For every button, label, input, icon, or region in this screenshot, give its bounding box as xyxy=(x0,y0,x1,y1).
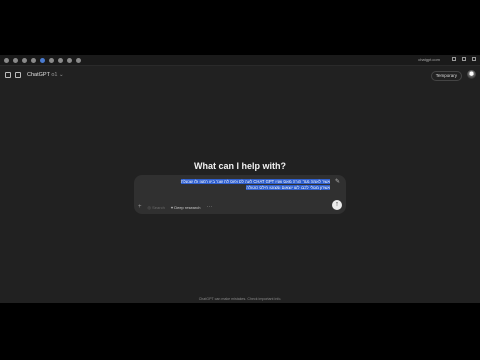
browser-bar: chatgpt.com xyxy=(0,55,480,66)
composer[interactable]: אשר לאמה מגד הורה מאס שניו CHAT GPT לעה … xyxy=(134,175,346,214)
model-name: ChatGPT xyxy=(27,72,50,78)
reload-icon[interactable] xyxy=(22,57,27,63)
copy-icon[interactable] xyxy=(67,57,72,63)
search-chip-label: Search xyxy=(152,204,165,210)
model-selector[interactable]: ChatGPT o1 ⌄ xyxy=(27,72,64,78)
prompt-input[interactable]: אשר לאמה מגד הורה מאס שניו CHAT GPT לעה … xyxy=(138,179,330,191)
more-icon[interactable]: ··· xyxy=(206,204,213,210)
share-icon[interactable] xyxy=(76,57,81,63)
deep-research-chip[interactable]: ⌖ Deep research xyxy=(171,205,201,210)
star-icon[interactable] xyxy=(58,57,63,63)
plus-icon[interactable]: + xyxy=(138,204,142,210)
temporary-label: Temporary xyxy=(435,73,457,78)
back-icon[interactable] xyxy=(4,57,9,63)
new-chat-icon[interactable] xyxy=(15,72,21,78)
extension-icon[interactable] xyxy=(40,57,45,63)
chat-header: ChatGPT o1 ⌄ Temporary xyxy=(0,69,480,83)
deep-research-label: Deep research xyxy=(174,204,201,210)
chatgpt-window: chatgpt.com ChatGPT o1 ⌄ Temporary What … xyxy=(0,55,480,303)
send-button[interactable]: ↑ xyxy=(332,200,342,210)
close-icon[interactable] xyxy=(472,57,476,61)
minimize-icon[interactable] xyxy=(452,57,456,61)
temporary-chat-button[interactable]: Temporary xyxy=(430,71,462,81)
research-icon: ⌖ xyxy=(170,204,174,210)
model-version: o1 xyxy=(51,72,58,78)
globe-icon: ◎ xyxy=(147,204,152,210)
window-controls xyxy=(452,57,476,61)
url-text[interactable]: chatgpt.com xyxy=(418,57,440,62)
extension-icon[interactable] xyxy=(49,57,54,63)
prompt-text-line: אשרון מגולי לכבו לעו יוצאום ומצוטו חילס … xyxy=(246,185,330,190)
composer-controls: + ◎ Search ⌖ Deep research ··· xyxy=(138,204,213,210)
disclaimer: ChatGPT can make mistakes. Check importa… xyxy=(198,297,282,301)
forward-icon[interactable] xyxy=(13,57,18,63)
maximize-icon[interactable] xyxy=(462,57,466,61)
avatar[interactable] xyxy=(467,70,476,79)
arrow-up-icon: ↑ xyxy=(335,201,339,208)
chevron-down-icon: ⌄ xyxy=(59,72,64,78)
prompt-text-line: אשר לאמה מגד הורה מאס שניו CHAT GPT לעה … xyxy=(180,179,330,184)
edit-icon[interactable]: ✎ xyxy=(335,179,341,185)
search-chip[interactable]: ◎ Search xyxy=(148,205,165,210)
page-title: What can I help with? xyxy=(194,161,286,171)
home-icon[interactable] xyxy=(31,57,36,63)
sidebar-toggle-icon[interactable] xyxy=(5,72,11,78)
